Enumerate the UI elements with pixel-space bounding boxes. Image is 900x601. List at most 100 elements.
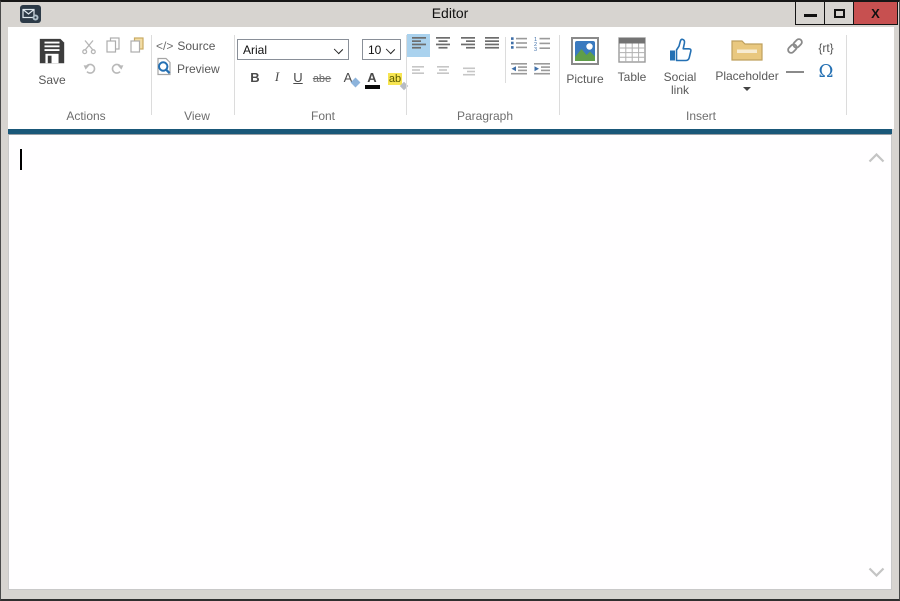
align-left-icon: [411, 36, 427, 55]
italic-icon: I: [274, 69, 280, 84]
horizontal-rule-icon: [786, 71, 804, 73]
italic-button[interactable]: I: [267, 65, 287, 87]
underline-icon: U: [293, 70, 303, 85]
editor-content-area[interactable]: [8, 134, 892, 590]
window-title: Editor: [431, 5, 469, 21]
paste-button[interactable]: [126, 36, 148, 58]
maximize-button[interactable]: [824, 2, 854, 25]
spacing-left-icon: [411, 63, 427, 81]
spacing-right-button[interactable]: [456, 60, 479, 83]
actions-group-label: Actions: [66, 109, 106, 123]
remove-format-icon: A: [344, 70, 361, 88]
scroll-up-button[interactable]: [868, 150, 885, 168]
titlebar[interactable]: Editor X: [1, 2, 899, 26]
redo-button[interactable]: [107, 60, 127, 80]
bullet-list-icon: [510, 36, 528, 55]
minimize-button[interactable]: [795, 2, 825, 25]
strikethrough-icon: abe: [312, 73, 332, 85]
social-link-label: Social link: [663, 70, 697, 97]
highlight-color-button[interactable]: ab: [384, 65, 409, 91]
chevron-down-icon: [868, 567, 885, 578]
save-icon: [37, 36, 67, 71]
font-size-value: 10: [368, 42, 382, 57]
font-size-select[interactable]: 10: [362, 39, 401, 60]
decrease-indent-button[interactable]: [508, 60, 530, 83]
scissors-icon: [81, 39, 97, 60]
spacing-right-icon: [460, 63, 476, 81]
spacing-left-button[interactable]: [407, 60, 430, 83]
align-center-button[interactable]: [431, 34, 454, 57]
insert-rich-text-button[interactable]: {rt}: [809, 37, 843, 59]
strikethrough-button[interactable]: abe: [309, 65, 335, 87]
cut-button[interactable]: [78, 38, 100, 60]
insert-picture-button[interactable]: Picture: [561, 37, 609, 103]
thumbs-up-icon: [668, 37, 693, 68]
paragraph-subseparator: [505, 37, 506, 83]
preview-label: Preview: [177, 62, 220, 76]
copy-button[interactable]: [102, 36, 124, 58]
group-separator: [234, 35, 235, 115]
underline-button[interactable]: U: [288, 65, 308, 87]
source-button[interactable]: </> Source: [156, 37, 215, 55]
numbered-list-button[interactable]: 123: [531, 34, 553, 57]
text-color-button[interactable]: A: [361, 65, 383, 89]
window-controls: X: [795, 2, 898, 25]
table-label: Table: [617, 70, 647, 84]
scroll-down-button[interactable]: [868, 564, 885, 584]
chevron-down-icon: [333, 44, 344, 55]
group-separator: [846, 35, 847, 115]
insert-group-label: Insert: [685, 109, 717, 123]
rich-text-icon: {rt}: [818, 41, 834, 55]
insert-placeholder-button[interactable]: Placeholder: [706, 37, 788, 117]
spacing-center-icon: [435, 63, 451, 81]
align-justify-icon: [484, 36, 500, 55]
picture-icon: [571, 37, 599, 70]
insert-link-button[interactable]: [783, 37, 807, 59]
view-group-label: View: [184, 109, 210, 123]
increase-indent-button[interactable]: [531, 60, 553, 83]
spacing-center-button[interactable]: [431, 60, 454, 83]
chevron-up-icon: [868, 152, 885, 163]
text-color-icon: A: [365, 70, 381, 89]
highlight-icon: ab: [387, 73, 409, 91]
chevron-down-icon: [385, 44, 396, 55]
dropdown-caret-icon: [743, 87, 751, 91]
align-justify-button[interactable]: [480, 34, 503, 57]
decrease-indent-icon: [510, 62, 528, 81]
bold-button[interactable]: B: [244, 65, 266, 87]
redo-icon: [110, 61, 124, 80]
paragraph-group-label: Paragraph: [456, 109, 514, 123]
picture-label: Picture: [566, 72, 604, 86]
svg-text:3: 3: [534, 47, 537, 51]
align-center-icon: [435, 36, 451, 55]
align-right-icon: [460, 36, 476, 55]
insert-table-button[interactable]: Table: [610, 37, 654, 103]
close-icon: X: [871, 5, 880, 21]
insert-horizontal-rule-button[interactable]: [783, 62, 807, 82]
numbered-list-icon: 123: [533, 36, 551, 56]
eraser-icon: [399, 81, 409, 91]
align-right-button[interactable]: [456, 34, 479, 57]
close-button[interactable]: X: [853, 2, 898, 25]
text-cursor: [20, 149, 22, 170]
align-left-button[interactable]: [407, 34, 430, 57]
bullet-list-button[interactable]: [508, 34, 530, 57]
minimize-icon: [803, 13, 817, 17]
remove-format-button[interactable]: A: [336, 65, 361, 88]
insert-special-character-button[interactable]: Ω: [809, 58, 843, 84]
link-chain-icon: [785, 36, 805, 61]
save-button[interactable]: Save: [28, 33, 76, 89]
source-label: Source: [177, 39, 216, 53]
copy-icon: [105, 36, 121, 58]
preview-magnifier-icon: [155, 57, 173, 81]
preview-button[interactable]: Preview: [155, 57, 220, 81]
table-icon: [618, 37, 646, 68]
omega-icon: Ω: [818, 60, 834, 82]
group-separator: [151, 35, 152, 115]
undo-button[interactable]: [80, 60, 100, 80]
bold-icon: B: [250, 70, 260, 85]
editor-window: Editor X Save Actions </> Source Preview…: [0, 0, 900, 601]
font-family-select[interactable]: Arial: [237, 39, 349, 60]
insert-social-link-button[interactable]: Social link: [655, 37, 705, 117]
ribbon-toolbar: Save Actions </> Source Preview View Ari…: [8, 27, 894, 129]
